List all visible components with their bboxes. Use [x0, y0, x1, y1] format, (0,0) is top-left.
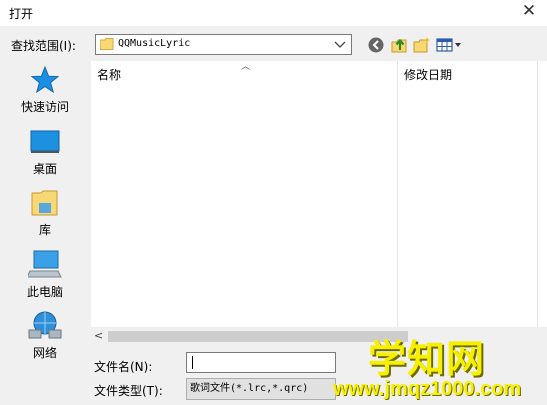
chevron-down-icon[interactable] — [334, 37, 346, 51]
lookin-value: QQMusicLyric — [118, 38, 191, 49]
place-label: 此电脑 — [26, 285, 63, 299]
back-icon[interactable] — [368, 37, 384, 53]
scrollbar-thumb[interactable] — [108, 331, 408, 342]
place-label: 网络 — [32, 346, 57, 360]
column-header-date[interactable]: 修改日期 — [404, 66, 452, 83]
filetype-select[interactable]: 歌词文件(*.lrc,*.qrc) — [186, 378, 336, 400]
title-bar: 打开 ✕ — [0, 0, 547, 26]
place-label: 库 — [38, 223, 51, 237]
star-icon — [31, 66, 59, 94]
folder-icon — [100, 38, 114, 50]
watermark-url: www.jmqz1000.com — [333, 378, 522, 400]
file-list[interactable]: ︿ 名称 修改日期 < — [91, 61, 547, 345]
place-network[interactable]: 网络 — [0, 310, 90, 361]
place-library[interactable]: 库 — [0, 189, 90, 238]
desktop-icon — [30, 130, 60, 153]
lookin-label: 查找范围(I): — [11, 39, 76, 53]
up-folder-icon[interactable] — [391, 37, 409, 53]
filetype-label: 文件类型(T): — [94, 384, 163, 398]
sort-up-icon: ︿ — [241, 62, 251, 72]
column-header-name[interactable]: 名称 — [97, 66, 121, 83]
open-file-dialog: 打开 ✕ 查找范围(I): QQMusicLyric 快速访问 桌面 库 此电脑… — [0, 0, 547, 405]
lookin-combobox[interactable]: QQMusicLyric — [95, 34, 352, 55]
view-menu-icon[interactable] — [436, 37, 462, 53]
computer-icon — [28, 250, 62, 278]
window-title: 打开 — [9, 7, 34, 21]
library-icon — [31, 190, 58, 216]
close-icon[interactable]: ✕ — [519, 1, 539, 21]
scroll-left-icon[interactable]: < — [94, 329, 103, 342]
column-divider[interactable] — [537, 61, 538, 345]
place-label: 桌面 — [32, 162, 57, 176]
column-divider[interactable] — [397, 61, 398, 345]
place-desktop[interactable]: 桌面 — [0, 128, 90, 177]
watermark-title: 学知网 — [368, 337, 486, 381]
place-quick-access[interactable]: 快速访问 — [0, 66, 90, 115]
new-folder-icon[interactable] — [413, 37, 431, 53]
filename-input[interactable] — [186, 352, 336, 373]
filename-label: 文件名(N): — [94, 360, 153, 374]
network-icon — [28, 311, 62, 339]
text-caret — [192, 356, 193, 369]
list-header: ︿ 名称 修改日期 — [91, 61, 547, 83]
places-bar: 快速访问 桌面 库 此电脑 网络 — [0, 56, 90, 378]
place-label: 快速访问 — [20, 100, 69, 114]
place-this-pc[interactable]: 此电脑 — [0, 249, 90, 300]
